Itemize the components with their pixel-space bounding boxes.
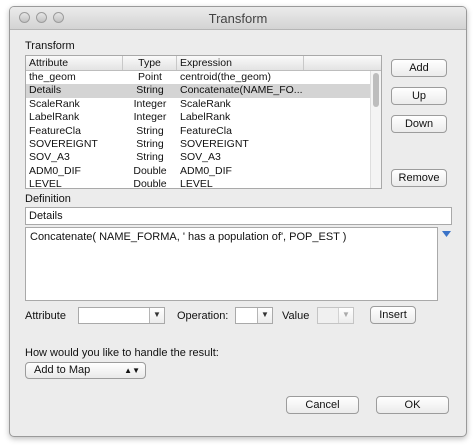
result-question-label: How would you like to handle the result: bbox=[25, 347, 219, 359]
cell-expression: ScaleRank bbox=[180, 97, 231, 110]
down-button[interactable]: Down bbox=[391, 115, 447, 133]
expand-triangle-icon[interactable] bbox=[442, 231, 451, 237]
cell-expression: ADM0_DIF bbox=[180, 164, 232, 177]
cell-attribute: ScaleRank bbox=[29, 97, 80, 110]
attribute-combo[interactable]: ▼ bbox=[78, 307, 165, 324]
cell-type: String bbox=[136, 84, 164, 97]
cell-type: Integer bbox=[133, 111, 167, 124]
cell-attribute: LEVEL bbox=[29, 178, 62, 189]
cell-expression: LabelRank bbox=[180, 111, 231, 124]
cell-type: String bbox=[136, 151, 164, 164]
cell-type: Double bbox=[133, 164, 167, 177]
value-label: Value bbox=[282, 310, 310, 322]
definition-label: Definition bbox=[25, 193, 71, 205]
chevron-down-icon: ▼ bbox=[338, 308, 353, 323]
column-header-empty bbox=[304, 56, 381, 70]
cell-attribute: SOVEREIGNT bbox=[29, 137, 98, 150]
transform-section-label: Transform bbox=[25, 40, 75, 52]
expression-textarea[interactable]: Concatenate( NAME_FORMA, ' has a populat… bbox=[25, 227, 438, 301]
definition-name-field[interactable]: Details bbox=[25, 207, 452, 225]
cell-expression: centroid(the_geom) bbox=[180, 71, 272, 83]
operation-combo[interactable]: ▼ bbox=[235, 307, 273, 324]
table-row[interactable]: ScaleRank Integer ScaleRank bbox=[26, 98, 371, 111]
column-header-attribute[interactable]: Attribute bbox=[26, 56, 123, 70]
table-row[interactable]: LabelRank Integer LabelRank bbox=[26, 111, 371, 124]
cell-attribute: LabelRank bbox=[29, 111, 80, 124]
remove-button[interactable]: Remove bbox=[391, 169, 447, 187]
cell-expression: Concatenate(NAME_FO... bbox=[180, 84, 302, 97]
cell-type: String bbox=[136, 137, 164, 150]
cancel-button[interactable]: Cancel bbox=[286, 396, 359, 414]
table-row[interactable]: ADM0_DIF Double ADM0_DIF bbox=[26, 165, 371, 178]
attribute-label: Attribute bbox=[25, 310, 66, 322]
window-title: Transform bbox=[208, 11, 268, 26]
cell-expression: LEVEL bbox=[180, 178, 213, 189]
up-button[interactable]: Up bbox=[391, 87, 447, 105]
table-row[interactable]: the_geom Point centroid(the_geom) bbox=[26, 71, 371, 84]
table-body: the_geom Point centroid(the_geom) Detail… bbox=[26, 71, 371, 189]
operation-label: Operation: bbox=[177, 310, 229, 322]
title-bar: Transform bbox=[10, 7, 466, 30]
table-row[interactable]: FeatureCla String FeatureCla bbox=[26, 125, 371, 138]
table-header: Attribute Type Expression bbox=[26, 56, 381, 71]
cell-attribute: FeatureCla bbox=[29, 124, 81, 137]
table-vertical-scrollbar[interactable] bbox=[370, 71, 381, 188]
cell-type: Point bbox=[138, 71, 162, 83]
table-row[interactable]: LEVEL Double LEVEL bbox=[26, 178, 371, 189]
transform-dialog: Transform Transform Attribute Type Expre… bbox=[9, 6, 467, 437]
scrollbar-thumb[interactable] bbox=[373, 73, 379, 107]
cell-attribute: ADM0_DIF bbox=[29, 164, 81, 177]
cell-type: Double bbox=[133, 178, 167, 189]
table-row-selected[interactable]: Details String Concatenate(NAME_FO... bbox=[26, 84, 371, 98]
cell-expression: FeatureCla bbox=[180, 124, 232, 137]
chevron-down-icon: ▼ bbox=[149, 308, 164, 323]
table-row[interactable]: SOV_A3 String SOV_A3 bbox=[26, 151, 371, 164]
result-selected-value: Add to Map bbox=[34, 364, 91, 376]
cell-attribute: the_geom bbox=[29, 71, 76, 83]
column-header-expression[interactable]: Expression bbox=[177, 56, 304, 70]
table-row[interactable]: SOVEREIGNT String SOVEREIGNT bbox=[26, 138, 371, 151]
column-header-type[interactable]: Type bbox=[123, 56, 177, 70]
ok-button[interactable]: OK bbox=[376, 396, 449, 414]
cell-attribute: SOV_A3 bbox=[29, 151, 70, 164]
chevron-updown-icon: ▲▼ bbox=[124, 366, 140, 375]
insert-button[interactable]: Insert bbox=[370, 306, 416, 324]
chevron-down-icon: ▼ bbox=[257, 308, 272, 323]
value-combo[interactable]: ▼ bbox=[317, 307, 354, 324]
attribute-table[interactable]: Attribute Type Expression the_geom Point… bbox=[25, 55, 382, 189]
cell-attribute: Details bbox=[29, 84, 62, 97]
cell-type: Integer bbox=[133, 97, 167, 110]
add-button[interactable]: Add bbox=[391, 59, 447, 77]
result-action-popup[interactable]: Add to Map ▲▼ bbox=[25, 362, 146, 379]
cell-type: String bbox=[136, 124, 164, 137]
cell-expression: SOVEREIGNT bbox=[180, 137, 249, 150]
cell-expression: SOV_A3 bbox=[180, 151, 221, 164]
